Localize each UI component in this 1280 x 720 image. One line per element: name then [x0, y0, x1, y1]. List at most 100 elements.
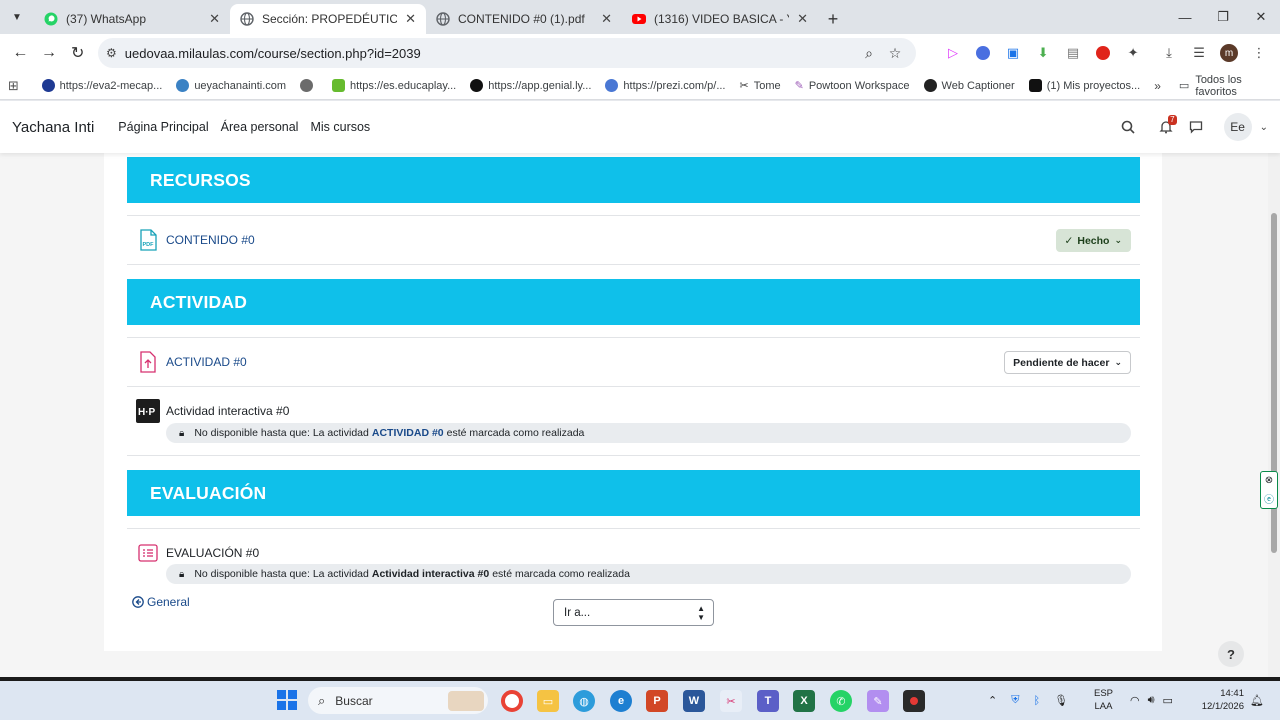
downloads-icon[interactable]: ⤓ [1154, 38, 1184, 68]
battery-icon[interactable]: ▭ [1163, 694, 1173, 707]
close-tab-icon[interactable]: ✕ [405, 11, 416, 27]
page-scrollbar[interactable] [1268, 153, 1280, 677]
close-window-icon[interactable]: ✕ [1242, 0, 1280, 34]
close-tab-icon[interactable]: ✕ [209, 11, 220, 27]
extension-window-icon[interactable]: ▤ [1058, 38, 1088, 68]
globe-app-icon[interactable]: ◍ [573, 690, 595, 712]
reload-icon[interactable]: ↻ [63, 38, 92, 68]
zoom-icon[interactable]: ⌕ [856, 45, 882, 62]
page-region: RECURSOS PDF CONTENIDO #0 ✓ Hecho ⌄ ACTI… [0, 153, 1268, 677]
close-tab-icon[interactable]: ✕ [601, 11, 612, 27]
completion-pending-button[interactable]: Pendiente de hacer ⌄ [1004, 351, 1131, 374]
windows-start-icon[interactable] [277, 690, 297, 710]
pdf-file-icon: PDF [136, 228, 160, 252]
extension-circle-icon[interactable] [968, 38, 998, 68]
restriction-link[interactable]: ACTIVIDAD #0 [372, 427, 444, 439]
bookmark-item[interactable]: https://eva2-mecap... [41, 79, 162, 92]
extensions-puzzle-icon[interactable]: ✦ [1118, 38, 1148, 68]
restore-icon[interactable]: ❐ [1204, 0, 1242, 34]
previous-section-link[interactable]: General [132, 595, 190, 609]
bookmark-item[interactable]: Web Captioner [923, 79, 1015, 92]
svg-text:PDF: PDF [143, 242, 155, 248]
notifications-bell-icon[interactable]: 7 [1152, 113, 1180, 141]
help-button[interactable]: ? [1218, 641, 1244, 667]
apps-grid-icon[interactable]: ⊞ [8, 78, 24, 94]
extension-screen-icon[interactable]: ▣ [998, 38, 1028, 68]
notification-center-icon[interactable]: 🔔︎ [1250, 681, 1264, 720]
edge-e-icon[interactable]: ⓔ [1264, 491, 1274, 506]
back-icon[interactable]: ← [6, 38, 35, 68]
user-menu-chevron-down-icon[interactable]: ⌄ [1260, 122, 1268, 133]
activity-link[interactable]: ACTIVIDAD #0 [166, 355, 247, 369]
taskbar-clock[interactable]: 14:41 12/1/2026 [1196, 687, 1244, 713]
extension-opera-icon[interactable] [1088, 38, 1118, 68]
tab-youtube[interactable]: (1316) VIDEO BASICA - YouTub ✕ [622, 4, 818, 34]
activity-name: EVALUACIÓN #0 [166, 546, 260, 560]
wifi-icon[interactable]: ◠ [1130, 694, 1140, 707]
tab-seccion-propedeutico[interactable]: Sección: PROPEDÉUTICO | EDUC ✕ [230, 4, 426, 34]
search-icon[interactable] [1114, 113, 1142, 141]
file-explorer-icon[interactable]: ▭ [537, 690, 559, 712]
tab-search-menu-icon[interactable]: ▼ [0, 0, 34, 34]
recorder-icon[interactable] [903, 690, 925, 712]
user-avatar[interactable]: Ee [1223, 113, 1252, 141]
bookmark-item[interactable]: (1) Mis proyectos... [1028, 79, 1140, 92]
address-bar[interactable]: ⚙ uedovaa.milaulas.com/course/section.ph… [98, 38, 917, 68]
tab-contenido-pdf[interactable]: CONTENIDO #0 (1).pdf ✕ [426, 4, 622, 34]
nav-my-courses-link[interactable]: Mis cursos [310, 120, 370, 134]
powtoon-icon: ✎ [794, 80, 804, 92]
messages-icon[interactable] [1182, 113, 1210, 141]
bookmark-item[interactable]: https://es.educaplay... [332, 79, 456, 92]
forward-icon[interactable]: → [35, 38, 64, 68]
chevron-down-icon: ⌄ [1114, 235, 1122, 245]
profile-avatar[interactable]: m [1214, 38, 1244, 68]
whatsapp-taskbar-icon[interactable]: ✆ [830, 690, 852, 712]
completion-done-button[interactable]: ✓ Hecho ⌄ [1055, 229, 1131, 252]
bookmark-item[interactable]: ✎ Powtoon Workspace [794, 79, 910, 93]
edge-icon[interactable]: e [610, 690, 632, 712]
activity-link[interactable]: CONTENIDO #0 [166, 233, 255, 247]
close-circle-icon[interactable]: ⊗ [1265, 475, 1273, 486]
tab-title: Sección: PROPEDÉUTICO | EDUC [262, 12, 398, 26]
bluetooth-icon[interactable]: ᛒ [1033, 695, 1040, 707]
more-bookmarks-icon[interactable]: » [1154, 79, 1161, 93]
floating-side-widget[interactable]: ⊗ ⓔ [1260, 471, 1278, 509]
globe-icon [300, 79, 314, 92]
snipping-tool-icon[interactable]: ✂ [720, 690, 742, 712]
url-text[interactable]: uedovaa.milaulas.com/course/section.php?… [125, 46, 856, 61]
bookmark-item[interactable] [300, 79, 318, 92]
microphone-icon[interactable]: 🎙︎ [1054, 694, 1068, 707]
teams-icon[interactable]: T [757, 690, 779, 712]
nav-home-link[interactable]: Página Principal [118, 120, 208, 134]
volume-icon[interactable]: 🔊︎ [1148, 694, 1155, 707]
jump-to-select[interactable]: Ir a... ▲ ▼ [553, 599, 714, 626]
bookmark-item[interactable]: https://prezi.com/p/... [605, 79, 725, 92]
close-tab-icon[interactable]: ✕ [797, 11, 808, 27]
site-brand[interactable]: Yachana Inti [12, 119, 94, 136]
browser-menu-icon[interactable]: ⋮ [1244, 38, 1274, 68]
new-tab-button[interactable]: + [818, 4, 848, 34]
nav-dashboard-link[interactable]: Área personal [221, 120, 299, 134]
input-language[interactable]: ESP LAA [1094, 687, 1113, 713]
all-bookmarks-button[interactable]: ▭ Todos los favoritos [1179, 74, 1272, 98]
extension-download-icon[interactable]: ⬇ [1028, 38, 1058, 68]
extension-arrow-icon[interactable]: ▷ [938, 38, 968, 68]
bookmark-item[interactable]: ueyachanainti.com [176, 79, 286, 92]
pen-app-icon[interactable]: ✎ [867, 690, 889, 712]
minimize-icon[interactable]: — [1166, 0, 1204, 34]
chrome-taskbar-icon[interactable] [501, 690, 523, 712]
taskbar-search[interactable]: ⌕ Buscar [308, 687, 488, 714]
tab-title: (1316) VIDEO BASICA - YouTub [654, 12, 789, 26]
chevron-up-icon[interactable]: ⌃ [988, 694, 997, 707]
excel-icon[interactable]: X [793, 690, 815, 712]
bookmark-item[interactable]: ✂ Tome [739, 79, 780, 93]
tab-whatsapp[interactable]: (37) WhatsApp ✕ [34, 4, 230, 34]
security-shield-icon[interactable]: ⛨ [1011, 694, 1019, 707]
windows-taskbar: ⌕ Buscar ▭ ◍ e P W ✂ T X ✆ ✎ ⌃ ⛨ ᛒ 🎙︎ ES… [0, 681, 1280, 720]
media-controls-icon[interactable]: ☰ [1184, 38, 1214, 68]
bookmark-item[interactable]: https://app.genial.ly... [470, 79, 591, 92]
powerpoint-icon[interactable]: P [646, 690, 668, 712]
bookmark-star-icon[interactable]: ☆ [882, 45, 908, 62]
word-icon[interactable]: W [683, 690, 705, 712]
site-info-icon[interactable]: ⚙ [106, 46, 117, 60]
